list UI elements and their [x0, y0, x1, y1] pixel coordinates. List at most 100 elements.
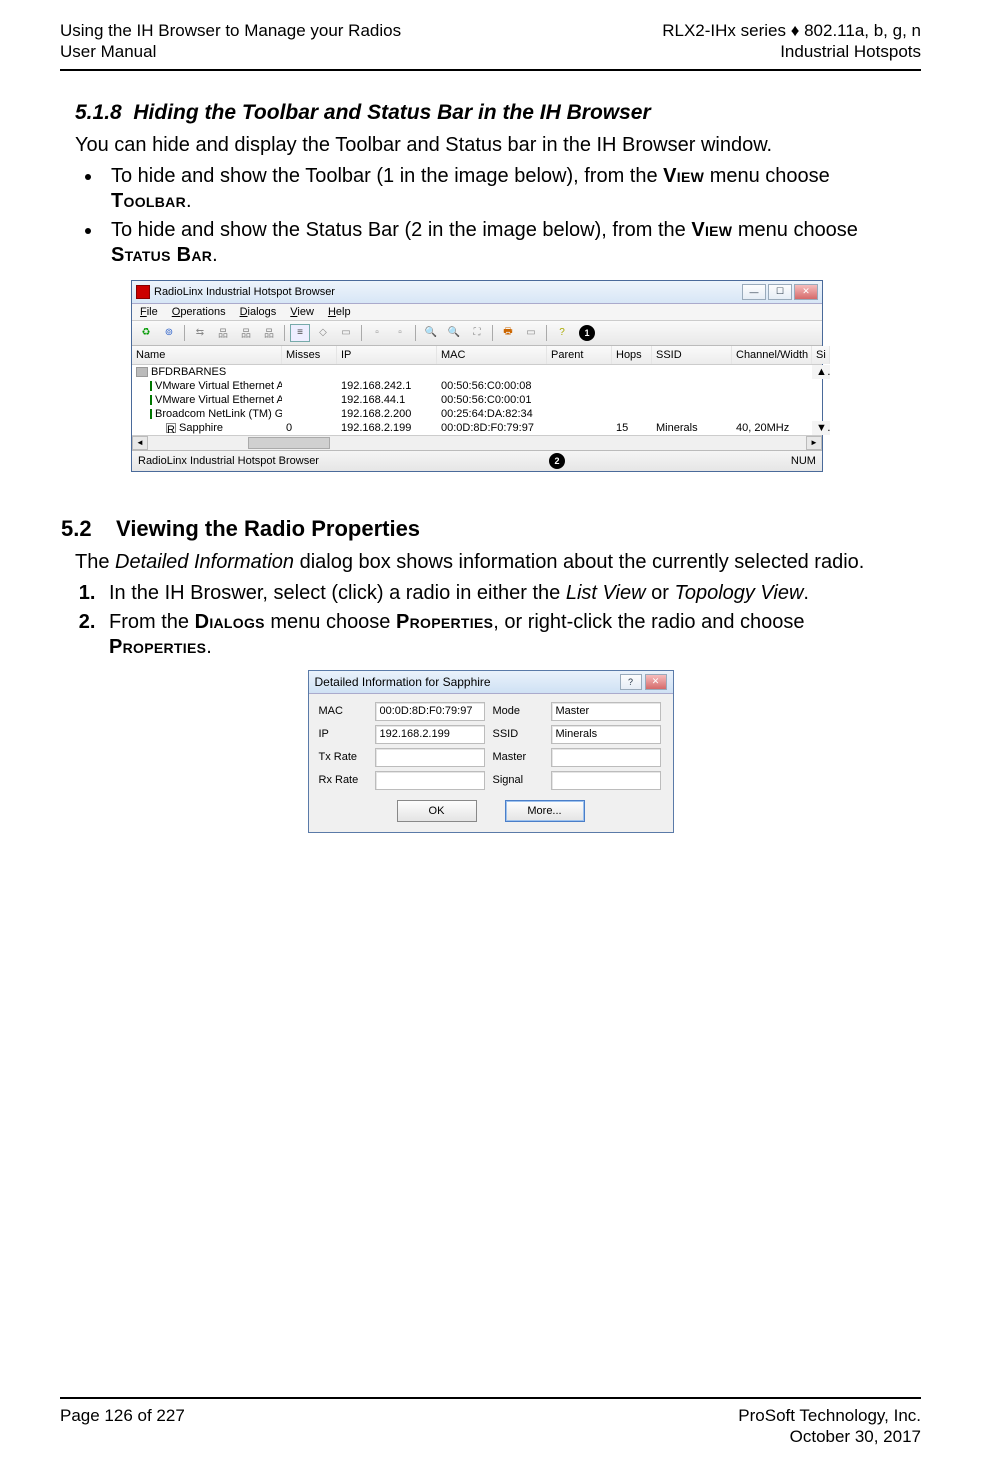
label-signal: Signal — [493, 774, 543, 786]
header-doc-type: User Manual — [60, 41, 401, 62]
footer-page-number: Page 126 of 227 — [60, 1405, 185, 1448]
status-bar: RadioLinx Industrial Hotspot Browser 2 N… — [132, 450, 822, 471]
label-ssid: SSID — [493, 728, 543, 740]
field-mac: 00:0D:8D:F0:79:97 — [375, 702, 485, 721]
toolbar-display-icon[interactable]: ▭ — [336, 324, 356, 342]
menu-file[interactable]: File — [140, 306, 158, 318]
toolbar-zoom-fit-icon[interactable]: ⛶ — [467, 324, 487, 342]
toolbar: ♻ ⊚ ⇆ 品 品 品 ≡ ◇ ▭ ▫ ▫ 🔍 🔍 — [132, 321, 822, 346]
status-text: RadioLinx Industrial Hotspot Browser — [138, 455, 319, 467]
section-5-1-8-bullets: To hide and show the Toolbar (1 in the i… — [75, 164, 906, 268]
scroll-right-arrow-icon[interactable]: ► — [806, 436, 822, 450]
maximize-button[interactable]: ☐ — [768, 284, 792, 300]
dialog-help-button[interactable]: ? — [620, 674, 642, 690]
scroll-thumb[interactable] — [248, 437, 330, 449]
page-header: Using the IH Browser to Manage your Radi… — [60, 20, 921, 71]
close-button[interactable]: ✕ — [794, 284, 818, 300]
bullet-hide-toolbar: To hide and show the Toolbar (1 in the i… — [103, 164, 906, 214]
toolbar-topology-icon[interactable]: ◇ — [313, 324, 333, 342]
toolbar-tree2-icon[interactable]: 品 — [236, 324, 256, 342]
field-master — [551, 748, 661, 767]
menu-dialogs[interactable]: Dialogs — [240, 306, 277, 318]
header-chapter: Using the IH Browser to Manage your Radi… — [60, 20, 401, 41]
toolbar-misc2-icon[interactable]: ▫ — [390, 324, 410, 342]
window-title: RadioLinx Industrial Hotspot Browser — [154, 286, 335, 298]
section-5-2-steps: In the IH Broswer, select (click) a radi… — [75, 581, 906, 660]
list-row[interactable]: Broadcom NetLink (TM) Gigabit Eth... 192… — [132, 407, 822, 421]
section-5-2-heading: 5.2 Viewing the Radio Properties — [61, 516, 906, 542]
bullet-hide-statusbar: To hide and show the Status Bar (2 in th… — [103, 218, 906, 268]
toolbar-refresh-icon[interactable]: ⊚ — [159, 324, 179, 342]
col-ssid[interactable]: SSID — [652, 346, 732, 364]
menu-view[interactable]: View — [290, 306, 314, 318]
footer-company: ProSoft Technology, Inc. — [738, 1405, 921, 1426]
toolbar-connect-icon[interactable]: ⇆ — [190, 324, 210, 342]
computer-icon — [136, 367, 148, 377]
list-row[interactable]: RSapphire 0192.168.2.19900:0D:8D:F0:79:9… — [132, 421, 822, 435]
radio-icon: R — [166, 423, 176, 433]
toolbar-misc1-icon[interactable]: ▫ — [367, 324, 387, 342]
header-subtitle: Industrial Hotspots — [662, 41, 921, 62]
list-row[interactable]: VMware Virtual Ethernet Adapter for ... … — [132, 393, 822, 407]
toolbar-tree3-icon[interactable]: 品 — [259, 324, 279, 342]
toolbar-help-icon[interactable]: ? — [552, 324, 572, 342]
window-titlebar: RadioLinx Industrial Hotspot Browser — ☐… — [132, 281, 822, 304]
field-ssid: Minerals — [551, 725, 661, 744]
col-channel-width[interactable]: Channel/Width — [732, 346, 812, 364]
toolbar-tree1-icon[interactable]: 品 — [213, 324, 233, 342]
page-footer: Page 126 of 227 ProSoft Technology, Inc.… — [60, 1397, 921, 1448]
label-master: Master — [493, 751, 543, 763]
scroll-left-arrow-icon[interactable]: ◄ — [132, 436, 148, 450]
field-mode: Master — [551, 702, 661, 721]
menu-bar: File Operations Dialogs View Help — [132, 304, 822, 321]
list-rows: BFDRBARNES ▲ VMware Virtual Ethernet Ada… — [132, 365, 822, 435]
more-button[interactable]: More... — [505, 800, 585, 822]
minimize-button[interactable]: — — [742, 284, 766, 300]
col-si[interactable]: Si — [812, 346, 830, 364]
header-product: RLX2-IHx series ♦ 802.11a, b, g, n — [662, 20, 921, 41]
horizontal-scrollbar[interactable]: ◄ ► — [132, 435, 822, 450]
page-content: 5.1.8 Hiding the Toolbar and Status Bar … — [60, 95, 921, 1385]
adapter-icon — [150, 381, 152, 391]
dialog-titlebar: Detailed Information for Sapphire ? ✕ — [309, 671, 673, 694]
label-rx-rate: Rx Rate — [319, 774, 367, 786]
col-name[interactable]: Name — [132, 346, 282, 364]
footer-date: October 30, 2017 — [738, 1426, 921, 1447]
toolbar-scan-icon[interactable]: ♻ — [136, 324, 156, 342]
label-tx-rate: Tx Rate — [319, 751, 367, 763]
toolbar-print-icon[interactable]: 🖶 — [498, 324, 518, 342]
menu-help[interactable]: Help — [328, 306, 351, 318]
section-5-1-8-intro: You can hide and display the Toolbar and… — [75, 133, 906, 158]
list-row[interactable]: VMware Virtual Ethernet Adapter for ... … — [132, 379, 822, 393]
callout-2: 2 — [549, 453, 565, 469]
field-rx-rate — [375, 771, 485, 790]
menu-operations[interactable]: Operations — [172, 306, 226, 318]
status-num: NUM — [791, 455, 816, 467]
field-tx-rate — [375, 748, 485, 767]
step-1: In the IH Broswer, select (click) a radi… — [101, 581, 906, 606]
col-hops[interactable]: Hops — [612, 346, 652, 364]
app-icon — [136, 285, 150, 299]
section-5-2-intro: The Detailed Information dialog box show… — [75, 550, 906, 575]
col-parent[interactable]: Parent — [547, 346, 612, 364]
callout-1: 1 — [579, 325, 595, 341]
toolbar-zoom-out-icon[interactable]: 🔍 — [444, 324, 464, 342]
field-signal — [551, 771, 661, 790]
list-column-headers: Name Misses IP MAC Parent Hops SSID Chan… — [132, 346, 822, 365]
list-row[interactable]: BFDRBARNES ▲ — [132, 365, 822, 379]
toolbar-list-icon[interactable]: ≡ — [290, 324, 310, 342]
dialog-close-button[interactable]: ✕ — [645, 674, 667, 690]
ok-button[interactable]: OK — [397, 800, 477, 822]
toolbar-zoom-in-icon[interactable]: 🔍 — [421, 324, 441, 342]
col-mac[interactable]: MAC — [437, 346, 547, 364]
label-mac: MAC — [319, 705, 367, 717]
adapter-icon — [150, 409, 152, 419]
col-misses[interactable]: Misses — [282, 346, 337, 364]
col-ip[interactable]: IP — [337, 346, 437, 364]
label-ip: IP — [319, 728, 367, 740]
step-2: From the Dialogs menu choose Properties,… — [101, 610, 906, 660]
ih-browser-screenshot: RadioLinx Industrial Hotspot Browser — ☐… — [131, 280, 906, 472]
section-5-1-8-heading: 5.1.8 Hiding the Toolbar and Status Bar … — [75, 101, 906, 125]
toolbar-preview-icon[interactable]: ▭ — [521, 324, 541, 342]
ih-browser-window: RadioLinx Industrial Hotspot Browser — ☐… — [131, 280, 823, 472]
